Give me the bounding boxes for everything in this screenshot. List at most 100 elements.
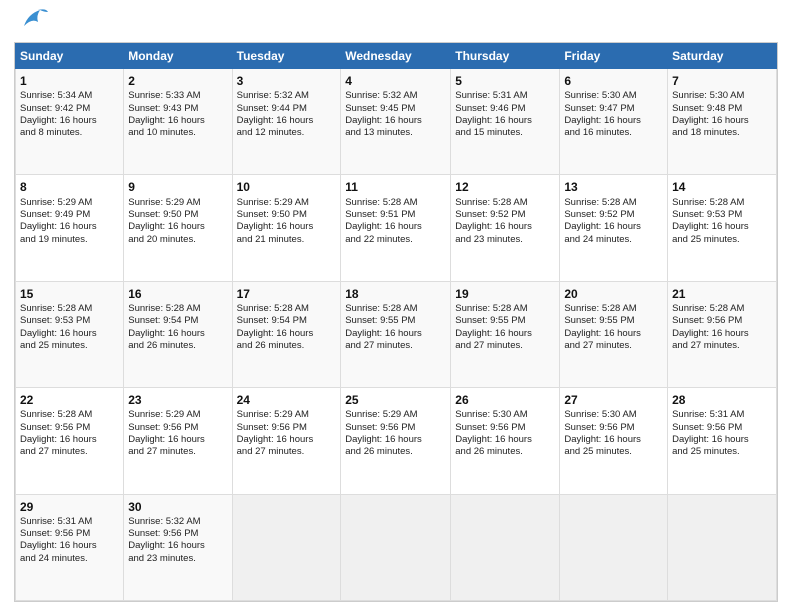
logo-bird-icon [18,6,50,34]
day-info: Sunrise: 5:34 AM Sunset: 9:42 PM Dayligh… [20,90,119,139]
day-number: 30 [128,499,227,515]
week-row-4: 22Sunrise: 5:28 AM Sunset: 9:56 PM Dayli… [16,388,777,494]
day-number: 25 [345,392,446,408]
day-info: Sunrise: 5:29 AM Sunset: 9:56 PM Dayligh… [128,409,227,458]
week-row-2: 8Sunrise: 5:29 AM Sunset: 9:49 PM Daylig… [16,175,777,281]
day-cell: 5Sunrise: 5:31 AM Sunset: 9:46 PM Daylig… [451,69,560,175]
day-number: 22 [20,392,119,408]
day-cell: 17Sunrise: 5:28 AM Sunset: 9:54 PM Dayli… [232,281,341,387]
header-cell-sunday: Sunday [16,44,124,69]
day-info: Sunrise: 5:30 AM Sunset: 9:47 PM Dayligh… [564,90,663,139]
day-info: Sunrise: 5:29 AM Sunset: 9:49 PM Dayligh… [20,197,119,246]
day-cell: 11Sunrise: 5:28 AM Sunset: 9:51 PM Dayli… [341,175,451,281]
day-number: 17 [237,286,337,302]
day-info: Sunrise: 5:29 AM Sunset: 9:56 PM Dayligh… [345,409,446,458]
day-info: Sunrise: 5:32 AM Sunset: 9:44 PM Dayligh… [237,90,337,139]
day-cell: 18Sunrise: 5:28 AM Sunset: 9:55 PM Dayli… [341,281,451,387]
day-cell: 4Sunrise: 5:32 AM Sunset: 9:45 PM Daylig… [341,69,451,175]
day-number: 11 [345,179,446,195]
day-number: 9 [128,179,227,195]
day-info: Sunrise: 5:30 AM Sunset: 9:48 PM Dayligh… [672,90,772,139]
header-cell-monday: Monday [124,44,232,69]
day-cell: 13Sunrise: 5:28 AM Sunset: 9:52 PM Dayli… [560,175,668,281]
day-cell: 9 Sunrise: 5:29 AM Sunset: 9:50 PM Daylig… [124,175,232,281]
day-cell: 15Sunrise: 5:28 AM Sunset: 9:53 PM Dayli… [16,281,124,387]
day-number: 26 [455,392,555,408]
day-number: 7 [672,73,772,89]
day-number: 23 [128,392,227,408]
day-number: 19 [455,286,555,302]
header-cell-tuesday: Tuesday [232,44,341,69]
day-cell: 26Sunrise: 5:30 AM Sunset: 9:56 PM Dayli… [451,388,560,494]
day-cell: 20Sunrise: 5:28 AM Sunset: 9:55 PM Dayli… [560,281,668,387]
day-info: Sunrise: 5:28 AM Sunset: 9:56 PM Dayligh… [672,303,772,352]
week-row-5: 29Sunrise: 5:31 AM Sunset: 9:56 PM Dayli… [16,494,777,600]
header-cell-wednesday: Wednesday [341,44,451,69]
day-info: Sunrise: 5:29 AM Sunset: 9:50 PM Dayligh… [237,197,337,246]
day-cell: 14 Sunrise: 5:28 AM Sunset: 9:53 PM Dayli… [668,175,777,281]
day-cell: 6Sunrise: 5:30 AM Sunset: 9:47 PM Daylig… [560,69,668,175]
day-info: Sunrise: 5:28 AM Sunset: 9:55 PM Dayligh… [345,303,446,352]
day-number: 5 [455,73,555,89]
day-info: Sunrise: 5:28 AM Sunset: 9:56 PM Dayligh… [20,409,119,458]
day-cell: 10 Sunrise: 5:29 AM Sunset: 9:50 PM Dayli… [232,175,341,281]
day-cell: 28Sunrise: 5:31 AM Sunset: 9:56 PM Dayli… [668,388,777,494]
day-number: 16 [128,286,227,302]
day-info: Sunrise: 5:28 AM Sunset: 9:55 PM Dayligh… [455,303,555,352]
day-info: Sunrise: 5:28 AM Sunset: 9:54 PM Dayligh… [237,303,337,352]
day-number: 18 [345,286,446,302]
day-number: 20 [564,286,663,302]
day-info: Sunrise: 5:28 AM Sunset: 9:52 PM Dayligh… [564,197,663,246]
day-number: 15 [20,286,119,302]
day-number: 1 [20,73,119,89]
week-row-3: 15Sunrise: 5:28 AM Sunset: 9:53 PM Dayli… [16,281,777,387]
day-number: 2 [128,73,227,89]
day-cell: 7Sunrise: 5:30 AM Sunset: 9:48 PM Daylig… [668,69,777,175]
day-cell: 8Sunrise: 5:29 AM Sunset: 9:49 PM Daylig… [16,175,124,281]
day-info: Sunrise: 5:32 AM Sunset: 9:45 PM Dayligh… [345,90,446,139]
day-info: Sunrise: 5:28 AM Sunset: 9:54 PM Dayligh… [128,303,227,352]
day-number: 3 [237,73,337,89]
calendar-table: SundayMondayTuesdayWednesdayThursdayFrid… [15,43,777,601]
day-number: 4 [345,73,446,89]
logo [14,10,50,34]
day-cell: 1Sunrise: 5:34 AM Sunset: 9:42 PM Daylig… [16,69,124,175]
day-number: 14 [672,179,772,195]
day-info: Sunrise: 5:28 AM Sunset: 9:55 PM Dayligh… [564,303,663,352]
day-cell [341,494,451,600]
day-cell [560,494,668,600]
day-info: Sunrise: 5:29 AM Sunset: 9:50 PM Dayligh… [128,197,227,246]
day-number: 10 [237,179,337,195]
day-number: 6 [564,73,663,89]
day-cell: 3Sunrise: 5:32 AM Sunset: 9:44 PM Daylig… [232,69,341,175]
day-number: 29 [20,499,119,515]
day-number: 27 [564,392,663,408]
day-info: Sunrise: 5:28 AM Sunset: 9:53 PM Dayligh… [672,197,772,246]
day-info: Sunrise: 5:29 AM Sunset: 9:56 PM Dayligh… [237,409,337,458]
day-cell: 23Sunrise: 5:29 AM Sunset: 9:56 PM Dayli… [124,388,232,494]
day-info: Sunrise: 5:31 AM Sunset: 9:56 PM Dayligh… [20,516,119,565]
header-cell-thursday: Thursday [451,44,560,69]
calendar-header: SundayMondayTuesdayWednesdayThursdayFrid… [16,44,777,69]
day-cell: 24Sunrise: 5:29 AM Sunset: 9:56 PM Dayli… [232,388,341,494]
day-cell: 16Sunrise: 5:28 AM Sunset: 9:54 PM Dayli… [124,281,232,387]
calendar-body: 1Sunrise: 5:34 AM Sunset: 9:42 PM Daylig… [16,69,777,601]
day-cell: 27Sunrise: 5:30 AM Sunset: 9:56 PM Dayli… [560,388,668,494]
day-number: 12 [455,179,555,195]
day-info: Sunrise: 5:33 AM Sunset: 9:43 PM Dayligh… [128,90,227,139]
day-info: Sunrise: 5:31 AM Sunset: 9:46 PM Dayligh… [455,90,555,139]
calendar: SundayMondayTuesdayWednesdayThursdayFrid… [14,42,778,602]
day-info: Sunrise: 5:30 AM Sunset: 9:56 PM Dayligh… [564,409,663,458]
day-info: Sunrise: 5:28 AM Sunset: 9:52 PM Dayligh… [455,197,555,246]
header [14,10,778,34]
day-cell [451,494,560,600]
header-cell-saturday: Saturday [668,44,777,69]
day-cell: 21Sunrise: 5:28 AM Sunset: 9:56 PM Dayli… [668,281,777,387]
day-cell: 29Sunrise: 5:31 AM Sunset: 9:56 PM Dayli… [16,494,124,600]
day-info: Sunrise: 5:28 AM Sunset: 9:53 PM Dayligh… [20,303,119,352]
day-cell: 30Sunrise: 5:32 AM Sunset: 9:56 PM Dayli… [124,494,232,600]
day-number: 21 [672,286,772,302]
day-cell [668,494,777,600]
page: SundayMondayTuesdayWednesdayThursdayFrid… [0,0,792,612]
day-cell: 2Sunrise: 5:33 AM Sunset: 9:43 PM Daylig… [124,69,232,175]
